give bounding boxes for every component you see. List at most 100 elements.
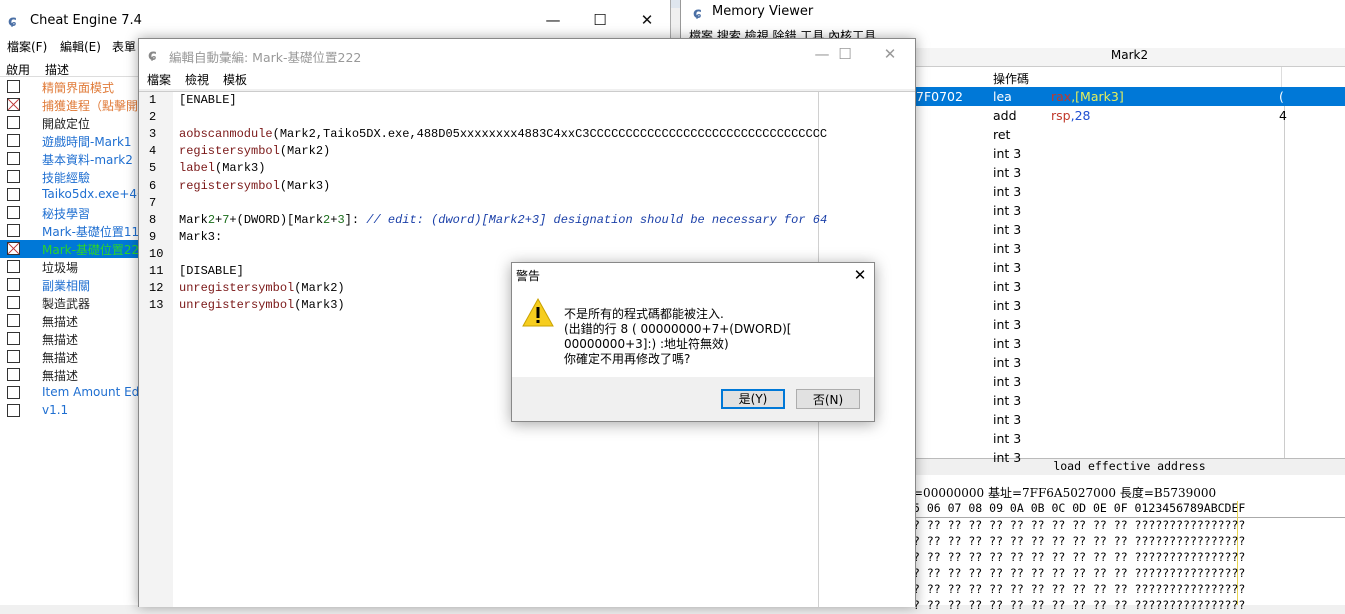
disasm-row[interactable]: int 3 bbox=[913, 296, 1345, 315]
cheat-entry-row[interactable]: 無描述 bbox=[0, 312, 140, 330]
hex-row[interactable]: ? ?? ?? ?? ?? ?? ?? ?? ?? ?? ?? ????????… bbox=[913, 550, 1345, 566]
cheat-entry-row[interactable]: 秘技學習 bbox=[0, 204, 140, 222]
cheat-entry-row[interactable]: 開啟定位 bbox=[0, 114, 140, 132]
disasm-row[interactable]: int 3 bbox=[913, 163, 1345, 182]
enable-checkbox[interactable] bbox=[7, 314, 20, 327]
hex-row[interactable]: ? ?? ?? ?? ?? ?? ?? ?? ?? ?? ?? ????????… bbox=[913, 566, 1345, 582]
cheat-entry-row[interactable]: 遊戲時間-Mark1 bbox=[0, 132, 140, 150]
close-icon[interactable]: ✕ bbox=[624, 6, 670, 34]
cheat-entry-row[interactable]: 製造武器 bbox=[0, 294, 140, 312]
close-icon[interactable]: ✕ bbox=[867, 39, 913, 69]
cheat-entry-row[interactable]: 無描述 bbox=[0, 366, 140, 384]
cheat-entry-row[interactable]: 無描述 bbox=[0, 348, 140, 366]
minimize-icon[interactable]: — bbox=[530, 6, 576, 34]
enable-checkbox[interactable] bbox=[7, 296, 20, 309]
disasm-row[interactable]: int 3 bbox=[913, 410, 1345, 429]
enable-checkbox[interactable] bbox=[7, 98, 20, 111]
code-line[interactable]: 1 [ENABLE] bbox=[139, 92, 915, 109]
enable-checkbox[interactable] bbox=[7, 116, 20, 129]
enable-checkbox[interactable] bbox=[7, 404, 20, 417]
enable-checkbox[interactable] bbox=[7, 350, 20, 363]
ce-window-title: Cheat Engine 7.4 bbox=[30, 13, 142, 28]
disasm-row[interactable]: int 3 bbox=[913, 448, 1345, 467]
code-line[interactable]: 9 Mark3: bbox=[139, 229, 915, 246]
code-line[interactable]: 5 label(Mark3) bbox=[139, 160, 915, 177]
cheat-entry-row[interactable]: 垃圾場 bbox=[0, 258, 140, 276]
code-line[interactable]: 4 registersymbol(Mark2) bbox=[139, 143, 915, 160]
cheat-entry-row[interactable]: 技能經驗 bbox=[0, 168, 140, 186]
menu-edit[interactable]: 編輯(E) bbox=[60, 38, 101, 55]
menu-template[interactable]: 模板 bbox=[223, 71, 247, 88]
cheat-entry-row[interactable]: 無描述 bbox=[0, 330, 140, 348]
disasm-opcode: int 3 bbox=[993, 241, 1022, 256]
column-opcode[interactable]: 操作碼 bbox=[993, 70, 1029, 87]
disasm-row[interactable]: int 3 bbox=[913, 315, 1345, 334]
hex-row[interactable]: ? ?? ?? ?? ?? ?? ?? ?? ?? ?? ?? ????????… bbox=[913, 598, 1345, 614]
code-line[interactable]: 8 Mark2+7+(DWORD)[Mark2+3]: // edit: (dwo… bbox=[139, 212, 915, 229]
cheat-entry-row[interactable]: 副業相關 bbox=[0, 276, 140, 294]
menu-view[interactable]: 檢視 bbox=[185, 71, 209, 88]
enable-checkbox[interactable] bbox=[7, 206, 20, 219]
column-enabled[interactable]: 啟用 bbox=[6, 61, 30, 78]
enable-checkbox[interactable] bbox=[7, 134, 20, 147]
hex-row[interactable]: ? ?? ?? ?? ?? ?? ?? ?? ?? ?? ?? ????????… bbox=[913, 582, 1345, 598]
code-text: unregistersymbol(Mark3) bbox=[179, 298, 345, 313]
disasm-row[interactable]: add rsp,28 4 bbox=[913, 106, 1345, 125]
disasm-row[interactable]: 7F0702 lea rax,[Mark3] ( bbox=[913, 87, 1345, 106]
cheat-entry-row[interactable]: Taiko5dx.exe+46 bbox=[0, 186, 140, 204]
code-line[interactable]: 10 bbox=[139, 246, 915, 263]
enable-checkbox[interactable] bbox=[7, 152, 20, 165]
cheat-entry-row[interactable]: Mark-基礎位置22 bbox=[0, 240, 140, 258]
cheat-entry-description: 基本資料-mark2 bbox=[42, 153, 133, 167]
disasm-row[interactable]: int 3 bbox=[913, 429, 1345, 448]
maximize-icon[interactable]: ☐ bbox=[577, 6, 623, 34]
cheat-entry-row[interactable]: Item Amount Edit bbox=[0, 384, 140, 402]
disasm-row[interactable]: int 3 bbox=[913, 391, 1345, 410]
cheat-entry-row[interactable]: Mark-基礎位置11 bbox=[0, 222, 140, 240]
enable-checkbox[interactable] bbox=[7, 80, 20, 93]
column-description[interactable]: 描述 bbox=[45, 61, 69, 78]
enable-checkbox[interactable] bbox=[7, 170, 20, 183]
maximize-icon[interactable]: ☐ bbox=[822, 39, 868, 69]
disasm-row[interactable]: int 3 bbox=[913, 372, 1345, 391]
disasm-row[interactable]: int 3 bbox=[913, 353, 1345, 372]
disasm-row[interactable]: int 3 bbox=[913, 201, 1345, 220]
code-line[interactable]: 7 bbox=[139, 195, 915, 212]
disasm-row[interactable]: int 3 bbox=[913, 277, 1345, 296]
cheat-entry-row[interactable]: 精簡界面模式 bbox=[0, 78, 140, 96]
disasm-row[interactable]: int 3 bbox=[913, 239, 1345, 258]
cheat-entry-row[interactable]: 捕獲進程（點擊開 bbox=[0, 96, 140, 114]
no-button[interactable]: 否(N) bbox=[796, 389, 860, 409]
disasm-row[interactable]: int 3 bbox=[913, 334, 1345, 353]
enable-checkbox[interactable] bbox=[7, 278, 20, 291]
enable-checkbox[interactable] bbox=[7, 224, 20, 237]
menu-file[interactable]: 檔案(F) bbox=[7, 38, 47, 55]
cheat-table-header: 啟用 描述 bbox=[0, 58, 140, 77]
disasm-opcode: int 3 bbox=[993, 146, 1022, 161]
cheat-entry-row[interactable]: 基本資料-mark2 bbox=[0, 150, 140, 168]
code-line[interactable]: 2 bbox=[139, 109, 915, 126]
disasm-opcode: int 3 bbox=[993, 374, 1022, 389]
code-line[interactable]: 6 registersymbol(Mark3) bbox=[139, 178, 915, 195]
cheat-entry-row[interactable]: v1.1 bbox=[0, 402, 140, 420]
code-line[interactable]: 3 aobscanmodule(Mark2,Taiko5DX.exe,488D05… bbox=[139, 126, 915, 143]
disasm-row[interactable]: int 3 bbox=[913, 258, 1345, 277]
menu-table[interactable]: 表單 bbox=[112, 38, 136, 55]
hex-row[interactable]: ? ?? ?? ?? ?? ?? ?? ?? ?? ?? ?? ????????… bbox=[913, 534, 1345, 550]
enable-checkbox[interactable] bbox=[7, 188, 20, 201]
enable-checkbox[interactable] bbox=[7, 332, 20, 345]
disasm-row[interactable]: int 3 bbox=[913, 144, 1345, 163]
menu-file[interactable]: 檔案 bbox=[147, 71, 171, 88]
close-icon[interactable]: ✕ bbox=[846, 263, 874, 287]
hex-row[interactable]: ? ?? ?? ?? ?? ?? ?? ?? ?? ?? ?? ????????… bbox=[913, 518, 1345, 534]
enable-checkbox[interactable] bbox=[7, 368, 20, 381]
enable-checkbox[interactable] bbox=[7, 242, 20, 255]
disasm-row[interactable]: int 3 bbox=[913, 182, 1345, 201]
disasm-row[interactable]: ret bbox=[913, 125, 1345, 144]
yes-button[interactable]: 是(Y) bbox=[721, 389, 785, 409]
code-text: unregistersymbol(Mark2) bbox=[179, 281, 345, 296]
disasm-row[interactable]: int 3 bbox=[913, 220, 1345, 239]
enable-checkbox[interactable] bbox=[7, 260, 20, 273]
enable-checkbox[interactable] bbox=[7, 386, 20, 399]
line-number: 9 bbox=[149, 229, 157, 244]
